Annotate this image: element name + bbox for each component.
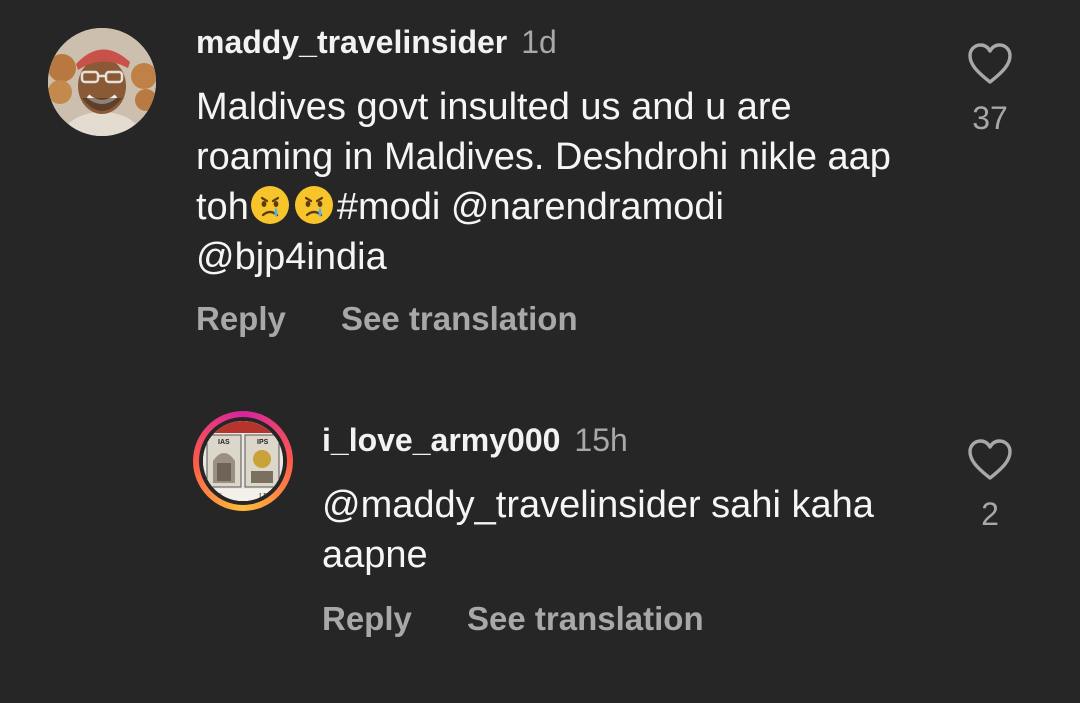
username-text[interactable]: maddy_travelinsider (196, 24, 507, 60)
reply-button[interactable]: Reply (322, 600, 412, 637)
reply-button[interactable]: Reply (196, 300, 286, 337)
comment-actions: Reply See translation (322, 600, 704, 638)
heart-icon[interactable] (966, 42, 1014, 86)
avatar-photo (48, 28, 156, 136)
username-text[interactable]: i_love_army000 (322, 422, 560, 458)
comment-text: Maldives govt insulted us and u are roam… (196, 82, 916, 282)
comment-actions: Reply See translation (196, 300, 578, 338)
like-control: 37 (960, 42, 1020, 137)
avatar-label-ias: IAS (218, 439, 230, 446)
avatar-label-ip: I.P (259, 492, 267, 500)
avatar-frame: IAS IPS AS I.P (199, 417, 287, 505)
crying-face-icon (294, 186, 333, 224)
comment-username[interactable]: i_love_army000 15h (322, 422, 628, 459)
avatar[interactable] (48, 28, 156, 136)
comments-screen: maddy_travelinsider 1d Maldives govt insu… (0, 0, 1080, 703)
crying-face-icon (250, 186, 289, 224)
heart-icon[interactable] (966, 438, 1014, 482)
avatar[interactable]: IAS IPS AS I.P (203, 421, 283, 501)
like-control: 2 (960, 438, 1020, 533)
like-count: 2 (981, 496, 999, 532)
avatar-label-ips: IPS (257, 439, 269, 446)
avatar-label-as: AS (213, 492, 222, 500)
like-count: 37 (972, 100, 1008, 136)
comment-time: 15h (574, 422, 628, 458)
comment-time: 1d (521, 24, 557, 60)
avatar-photo: IAS IPS AS I.P (203, 421, 283, 501)
story-ring[interactable]: IAS IPS AS I.P (193, 411, 293, 511)
see-translation-button[interactable]: See translation (341, 300, 578, 337)
comment-username[interactable]: maddy_travelinsider 1d (196, 24, 557, 61)
comment-text: @maddy_travelinsider sahi kaha aapne (322, 484, 874, 576)
see-translation-button[interactable]: See translation (467, 600, 704, 637)
